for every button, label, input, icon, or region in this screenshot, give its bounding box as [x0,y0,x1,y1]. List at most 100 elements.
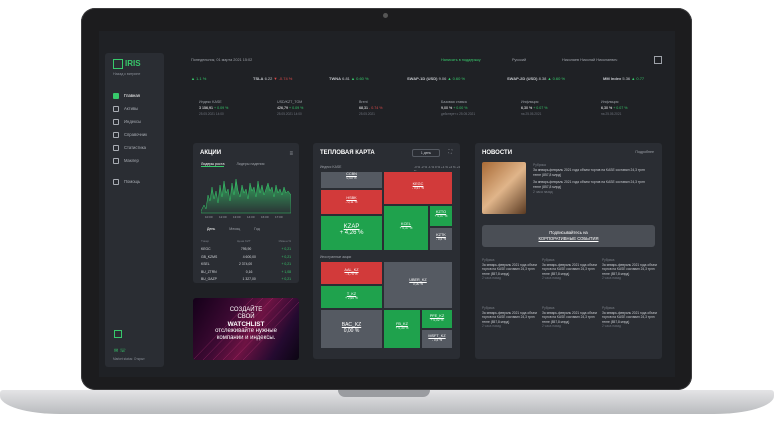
heatmap-cell[interactable]: FB_KZ + 0,30 % [383,309,421,349]
warning-icon[interactable] [114,330,122,338]
logo[interactable]: IRIS [113,59,141,69]
back-link[interactable]: Назад к витрине [113,72,140,76]
news-item[interactable]: Рубрика За январь-февраль 2021 года объем… [602,306,658,329]
indicator[interactable]: Базовая ставка 9,00 % + 0.00 % действует с… [441,99,501,117]
heatmap-cell[interactable]: KEGC - 0,67 % [383,171,453,205]
sidebar-nav: Главная Активы Индексы Справочник Статис… [110,89,162,188]
camera-dot [383,13,388,18]
table-row[interactable]: BU_GAZP 1 327,00 + 0,21 [201,277,291,285]
ticker-item[interactable]: TWNA 6.81 ▲ 0.60 % [329,76,369,81]
menu-icon[interactable]: ≡ [289,151,293,157]
heatmap-cell[interactable]: PFE_KZ + 0,02 % [421,309,453,329]
topbar: Понедельник, 01 марта 2021 15:02 Написат… [191,56,671,66]
assets-icon [113,105,119,112]
news-item[interactable]: Рубрика За январь-февраль 2021 года объем… [542,258,598,281]
heatmap-cell[interactable]: BAC_KZ 0,00 % [320,309,383,349]
shares-card: АКЦИИ ≡ Лидеры роста Лидеры падения 10:0… [193,143,299,283]
table-row[interactable]: GB_KZMS 4 600,00 + 0,21 [201,255,291,263]
sidebar-item-label: Главная [124,93,140,98]
shares-tabs: Лидеры роста Лидеры падения [201,162,264,167]
watchlist-banner[interactable]: СОЗДАЙТЕ СВОЙ WATCHLIST отслеживайте нуж… [193,298,299,360]
period-month[interactable]: Месяц [229,227,240,231]
indicator[interactable]: Инфляция 6,30 % + 0.07 % на 25.05.2021 [601,99,661,117]
ticker-item[interactable]: SWAP-1D (USD) 9.06 ▲ 0.60 % [407,76,465,81]
sidebar-item-assets[interactable]: Активы [110,102,162,115]
chart-icon [113,118,119,125]
indicator[interactable]: USD/KZT_TOM 426,79 + 0.09 % 25.05.2021 14:… [277,99,337,117]
shares-table-header: Тикер Цена KZT Измен.% [201,239,291,243]
expand-icon[interactable]: ⛶ [448,149,452,155]
ticker-item[interactable]: ▲ 1.1 % [191,76,206,81]
news-main-item[interactable]: Рубрика За январь-февраль 2021 года объе… [533,163,653,195]
logo-mark [113,59,123,69]
time-label: 13:00 [233,215,241,219]
heatmap-cell[interactable]: T_KZ + 2,60 % [320,285,383,309]
language-select[interactable]: Русский [512,58,526,62]
market-status: Market status: Открыт [113,357,145,361]
news-item[interactable]: Рубрика За январь-февраль 2021 года объем… [482,258,538,281]
heatmap-cell[interactable]: UBER_KZ 0,00 % [383,261,453,309]
table-row[interactable]: KEGC 795,90 + 0,21 [201,247,291,255]
sidebar-item-home[interactable]: Главная [110,89,162,102]
logo-text: IRIS [125,59,141,69]
tab-losers[interactable]: Лидеры падения [236,162,264,167]
support-link[interactable]: Написать в поддержку [441,58,481,62]
time-label: 12:00 [219,215,227,219]
indicator[interactable]: Brent 68,31 - 0.74 % 25.05.2021 [359,99,419,117]
home-icon [113,92,119,99]
period-year[interactable]: Год [254,227,260,231]
app-screen: IRIS Назад к витрине Главная Активы Инде… [99,31,675,377]
shares-title: АКЦИИ [200,150,222,156]
period-day[interactable]: День [207,227,215,231]
sidebar-item-stats[interactable]: Статистика [110,141,162,154]
sidebar: IRIS Назад к витрине Главная Активы Инде… [105,53,164,367]
heatmap-cell[interactable]: KZTO + 0,07 % [429,205,453,227]
news-item[interactable]: Рубрика За январь-февраль 2021 года объем… [602,258,658,281]
sidebar-item-reference[interactable]: Справочник [110,128,162,141]
logout-icon[interactable] [654,56,662,64]
news-item[interactable]: Рубрика За январь-февраль 2021 года объем… [482,306,538,329]
sidebar-item-label: Статистика [124,145,146,150]
table-row[interactable]: BU_ZTRN 0,16 + 1,08 [201,270,291,278]
news-item[interactable]: Рубрика За январь-февраль 2021 года объем… [542,306,598,329]
heatmap-subtitle: Индекс KASE [320,165,342,169]
sidebar-item-help[interactable]: Помощь [110,175,162,188]
time-label: 14:00 [247,215,255,219]
ticker-item[interactable]: TSLA 6.22 ▼ -0.74 % [253,76,292,81]
user-menu[interactable]: Николаев Николай Николаевич [562,58,617,62]
news-image[interactable] [482,162,526,214]
shares-table: KEGC 795,90 + 0,21 GB_KZMS 4 600,00 + 0,21 K… [201,247,291,285]
time-label: 10:00 [205,215,213,219]
subscribe-banner[interactable]: Подписывайтесь на КОРПОРАТИВНЫЕ СОБЫТИЯ [482,225,655,247]
heatmap-cell[interactable]: MSFT_KZ - 0,5 % [421,329,453,349]
table-row[interactable]: KSEL 2 374,00 + 0,21 [201,262,291,270]
news-more-link[interactable]: Подробнее [635,150,654,154]
heatmap-cell[interactable]: KZAP + 4,26 % [320,215,383,251]
ticker-item[interactable]: SWAP-2D (USD) 8.38 ▲ 0.60 % [507,76,565,81]
laptop-notch [338,390,430,397]
book-icon [113,131,119,138]
period-tabs: День Месяц Год [207,227,260,231]
indicator[interactable]: Инфляция 6,30 % + 0.07 % на 25.05.2021 [521,99,581,117]
indicator[interactable]: Индекс KASE 3 156,91 + 0.09 % 25.05.2021 1… [199,99,259,117]
help-icon [113,178,119,185]
news-card: НОВОСТИ Подробнее Рубрика За январь-февр… [475,143,662,359]
heatmap-cell[interactable]: CCBN 0,00 % [320,171,383,189]
sidebar-item-label: Справочник [124,132,148,137]
sidebar-item-indexes[interactable]: Индексы [110,115,162,128]
sidebar-item-broker[interactable]: Маклер [110,154,162,167]
ticker-item[interactable]: MM Index 5.36 ▲ 0.77 [603,76,644,81]
heatmap-cell[interactable]: KZTK - 0,5 % [429,227,453,251]
shares-chart[interactable]: 10:00 12:00 13:00 14:00 16:00 17:00 [201,171,291,219]
heatmap-subtitle: Иностранные акции [320,255,352,259]
heatmap-cell[interactable]: AAL_KZ - 4,75 % [320,261,383,285]
tab-gainers[interactable]: Лидеры роста [201,162,225,167]
heatmap-cell[interactable]: KCEL + 0,37 % [383,205,429,251]
ticker-strip: ▲ 1.1 % TSLA 6.22 ▼ -0.74 % TWNA 6.81 ▲ … [191,76,671,85]
sidebar-item-label: Помощь [124,179,141,184]
heatmap-card: ТЕПЛОВАЯ КАРТА 1 день ⛶ Индекс KASE -3 %… [313,143,460,359]
heatmap-cell[interactable]: HSBK - 0,11 % [320,189,383,215]
contact-icons[interactable]: ✉ ☏ [114,348,126,354]
stats-icon [113,144,119,151]
period-select[interactable]: 1 день [412,149,440,157]
